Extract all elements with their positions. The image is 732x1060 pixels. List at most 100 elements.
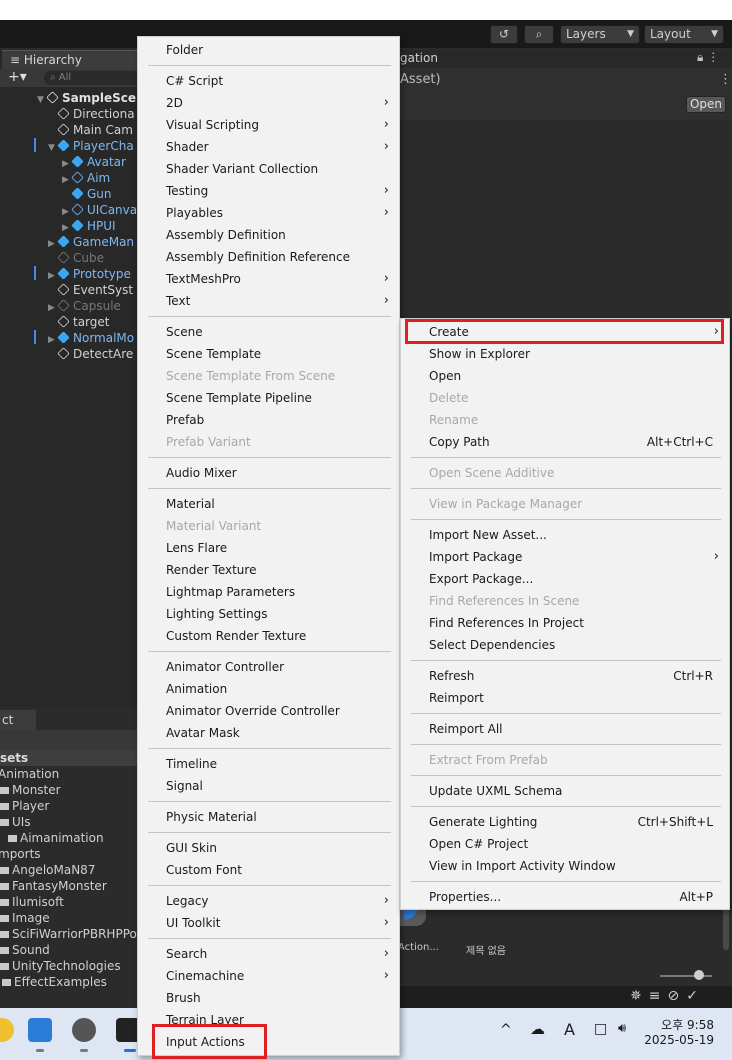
menu-item-open[interactable]: Open xyxy=(401,365,729,387)
asset-label[interactable]: 제목 없음 xyxy=(466,942,506,957)
menu-item-properties[interactable]: Properties... Alt+P xyxy=(401,886,729,908)
hierarchy-item[interactable]: Directiona xyxy=(48,106,135,122)
more-icon[interactable]: ⋮ xyxy=(719,72,732,87)
lock-icon[interactable]: 🔒︎ ⋮ xyxy=(697,50,719,65)
assets-header[interactable]: sets xyxy=(0,750,140,766)
menu-item-prefab[interactable]: Prefab xyxy=(138,409,399,431)
network-icon[interactable]: □ xyxy=(594,1021,607,1037)
foldout-arrow-icon[interactable]: ▼ xyxy=(48,140,58,156)
hierarchy-item[interactable]: DetectAre xyxy=(48,346,133,362)
history-icon[interactable]: ↺ xyxy=(490,25,518,44)
menu-item-animation[interactable]: Animation xyxy=(138,678,399,700)
project-folder-item[interactable]: Aimanimation xyxy=(8,830,104,846)
menu-item-avatar-mask[interactable]: Avatar Mask xyxy=(138,722,399,744)
zoom-slider[interactable] xyxy=(660,975,712,977)
project-folder-item[interactable]: Animation xyxy=(0,766,59,782)
cloud-icon[interactable]: ☁ xyxy=(530,1020,545,1038)
menu-item-scene[interactable]: Scene xyxy=(138,321,399,343)
hierarchy-item[interactable]: ▶ HPUI xyxy=(62,218,116,234)
foldout-arrow-icon[interactable]: ▼ xyxy=(37,92,47,108)
menu-item-import-new-asset[interactable]: Import New Asset... xyxy=(401,524,729,546)
inspector-tab-label[interactable]: gation xyxy=(400,51,438,65)
ime-indicator[interactable]: A xyxy=(564,1020,575,1039)
hierarchy-item[interactable]: ▶ NormalMo xyxy=(48,330,134,346)
menu-item-animator-override-controller[interactable]: Animator Override Controller xyxy=(138,700,399,722)
unity-hub-icon[interactable] xyxy=(72,1018,96,1042)
zoom-slider-handle[interactable] xyxy=(694,970,704,980)
tray-chevron-up-icon[interactable]: ^ xyxy=(500,1022,512,1038)
menu-item-select-dependencies[interactable]: Select Dependencies xyxy=(401,634,729,656)
menu-item-visual-scripting[interactable]: Visual Scripting › xyxy=(138,114,399,136)
menu-item-generate-lighting[interactable]: Generate Lighting Ctrl+Shift+L xyxy=(401,811,729,833)
hierarchy-item[interactable]: Cube xyxy=(48,250,104,266)
menu-item-shader-variant-collection[interactable]: Shader Variant Collection xyxy=(138,158,399,180)
menu-item-lens-flare[interactable]: Lens Flare xyxy=(138,537,399,559)
menu-item-scene-template[interactable]: Scene Template xyxy=(138,343,399,365)
menu-item-gui-skin[interactable]: GUI Skin xyxy=(138,837,399,859)
menu-item-lightmap-parameters[interactable]: Lightmap Parameters xyxy=(138,581,399,603)
project-folder-item[interactable]: UnityTechnologies xyxy=(0,958,121,974)
menu-item-update-uxml-schema[interactable]: Update UXML Schema xyxy=(401,780,729,802)
project-folder-item[interactable]: Monster xyxy=(0,782,61,798)
clock-date[interactable]: 2025-05-19 xyxy=(640,1033,714,1047)
hierarchy-item[interactable]: ▶ Prototype xyxy=(48,266,131,282)
menu-item-shader[interactable]: Shader › xyxy=(138,136,399,158)
project-folder-item[interactable]: Sound xyxy=(0,942,50,958)
menu-item-search[interactable]: Search › xyxy=(138,943,399,965)
menu-item-textmeshpro[interactable]: TextMeshPro › xyxy=(138,268,399,290)
menu-item-testing[interactable]: Testing › xyxy=(138,180,399,202)
menu-item-physic-material[interactable]: Physic Material xyxy=(138,806,399,828)
menu-item-audio-mixer[interactable]: Audio Mixer xyxy=(138,462,399,484)
project-folder-item[interactable]: Image xyxy=(0,910,50,926)
hierarchy-item[interactable]: ▶ Aim xyxy=(62,170,110,186)
menu-item-animator-controller[interactable]: Animator Controller xyxy=(138,656,399,678)
menu-item-reimport-all[interactable]: Reimport All xyxy=(401,718,729,740)
menu-item-copy-path[interactable]: Copy Path Alt+Ctrl+C xyxy=(401,431,729,453)
project-folder-item[interactable]: mports xyxy=(0,846,41,862)
open-button[interactable]: Open xyxy=(686,96,726,113)
menu-item-lighting-settings[interactable]: Lighting Settings xyxy=(138,603,399,625)
menu-item-2d[interactable]: 2D › xyxy=(138,92,399,114)
project-folder-item[interactable]: EffectExamples xyxy=(2,974,107,990)
hierarchy-item[interactable]: Gun xyxy=(62,186,112,202)
menu-item-view-in-import-activity-window[interactable]: View in Import Activity Window xyxy=(401,855,729,877)
menu-item-signal[interactable]: Signal xyxy=(138,775,399,797)
menu-item-custom-render-texture[interactable]: Custom Render Texture xyxy=(138,625,399,647)
clock-time[interactable]: 오후 9:58 xyxy=(640,1016,714,1033)
hierarchy-search-input[interactable]: ⌕ All xyxy=(44,71,144,85)
layout-dropdown[interactable]: Layout ▼ xyxy=(644,25,724,44)
menu-item-find-references-in-project[interactable]: Find References In Project xyxy=(401,612,729,634)
hierarchy-item[interactable]: ▶ Capsule xyxy=(48,298,121,314)
project-folder-item[interactable]: AngeloMaN87 xyxy=(0,862,95,878)
speaker-icon[interactable]: 🔊︎ xyxy=(618,1021,626,1036)
hierarchy-item[interactable]: ▼ PlayerCha xyxy=(48,138,134,154)
menu-item-legacy[interactable]: Legacy › xyxy=(138,890,399,912)
hierarchy-item[interactable]: EventSyst xyxy=(48,282,133,298)
menu-item-reimport[interactable]: Reimport xyxy=(401,687,729,709)
menu-item-import-package[interactable]: Import Package › xyxy=(401,546,729,568)
hierarchy-item[interactable]: Main Cam xyxy=(48,122,133,138)
menu-item-cinemachine[interactable]: Cinemachine › xyxy=(138,965,399,987)
menu-item-assembly-definition[interactable]: Assembly Definition xyxy=(138,224,399,246)
menu-item-brush[interactable]: Brush xyxy=(138,987,399,1009)
asset-label[interactable]: Action... xyxy=(398,942,439,953)
menu-item-folder[interactable]: Folder xyxy=(138,39,399,61)
hierarchy-item[interactable]: ▼ SampleScen xyxy=(37,90,145,106)
layers-dropdown[interactable]: Layers ▼ xyxy=(560,25,640,44)
menu-item-c-script[interactable]: C# Script xyxy=(138,70,399,92)
search-icon[interactable]: ⌕ xyxy=(524,25,554,44)
hierarchy-item[interactable]: target xyxy=(48,314,110,330)
project-folder-item[interactable]: FantasyMonster xyxy=(0,878,107,894)
hierarchy-item[interactable]: ▶ UICanva xyxy=(62,202,137,218)
menu-item-timeline[interactable]: Timeline xyxy=(138,753,399,775)
tab-hierarchy[interactable]: ≡ Hierarchy xyxy=(2,50,138,69)
menu-item-refresh[interactable]: Refresh Ctrl+R xyxy=(401,665,729,687)
add-icon[interactable]: +▾ xyxy=(8,69,27,86)
tab-project[interactable]: ct xyxy=(0,710,36,730)
menu-item-material[interactable]: Material xyxy=(138,493,399,515)
project-folder-item[interactable]: Ilumisoft xyxy=(0,894,64,910)
hierarchy-item[interactable]: ▶ Avatar xyxy=(62,154,126,170)
hierarchy-item[interactable]: ▶ GameMan xyxy=(48,234,134,250)
menu-item-open-c-project[interactable]: Open C# Project xyxy=(401,833,729,855)
menu-item-export-package[interactable]: Export Package... xyxy=(401,568,729,590)
